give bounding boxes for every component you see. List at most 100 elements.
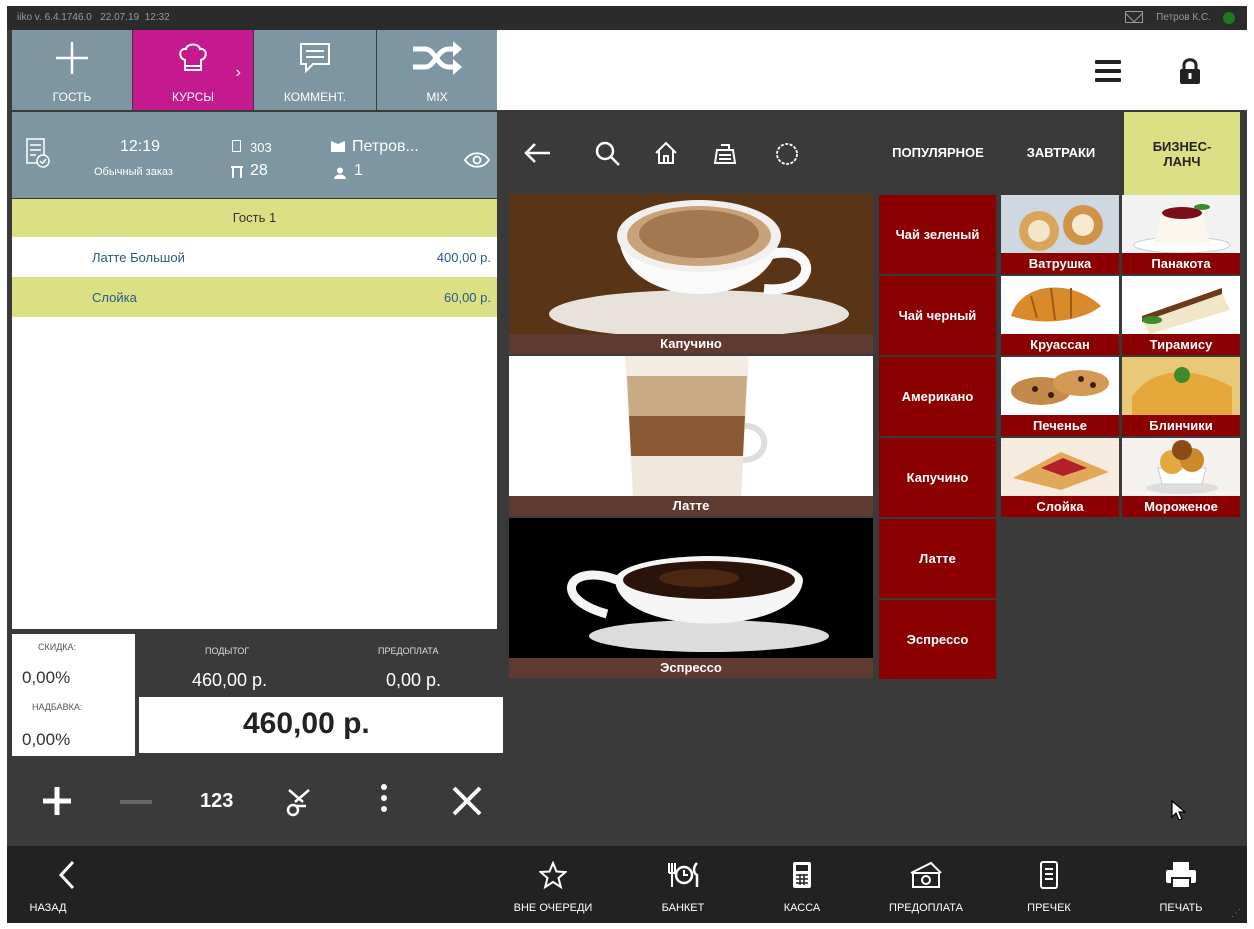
product-tile-green-tea[interactable]: Чай зеленый xyxy=(879,195,996,274)
status-bar: iiko v. 6.4.1746.0 22.07.19 12:32 Петров… xyxy=(7,6,1247,30)
category-business-lunch[interactable]: БИЗНЕС-ЛАНЧ xyxy=(1124,112,1240,196)
out-of-queue-button[interactable]: ВНЕ ОЧЕРЕДИ xyxy=(503,846,603,923)
product-tile-tiramisu[interactable]: Тирамису xyxy=(1122,276,1240,355)
order-header[interactable]: 12:19 Обычный заказ 303 28 Петров... 1 xyxy=(12,112,497,198)
surcharge-value: 0,00% xyxy=(22,730,71,749)
product-tile-sloika[interactable]: Слойка xyxy=(1001,438,1119,517)
shuffle-icon xyxy=(377,34,497,82)
courses-button[interactable]: › КУРСЫ xyxy=(133,30,253,110)
product-tile-cappuccino[interactable]: Капучино xyxy=(509,194,873,354)
minus-icon[interactable] xyxy=(120,800,152,804)
product-name: Мороженое xyxy=(1122,496,1240,517)
guests-icon xyxy=(334,166,346,184)
product-name: Панакота xyxy=(1122,253,1240,274)
order-item[interactable]: Слойка 60,00 р. xyxy=(12,277,497,317)
product-tile-vatrushka[interactable]: Ватрушка xyxy=(1001,195,1119,274)
hamburger-menu-icon[interactable] xyxy=(1095,60,1121,87)
circle-icon[interactable] xyxy=(775,142,799,171)
version-text: iiko v. 6.4.1746.0 22.07.19 12:32 xyxy=(17,12,170,23)
arrow-left-icon[interactable] xyxy=(523,142,551,169)
comment-icon xyxy=(254,34,376,82)
app-window: iiko v. 6.4.1746.0 22.07.19 12:32 Петров… xyxy=(7,6,1247,923)
product-name: Латте xyxy=(509,496,873,516)
close-icon[interactable] xyxy=(452,786,482,821)
subtotal-label: ПОДЫТОГ xyxy=(205,646,250,656)
item-price: 400,00 р. xyxy=(436,250,491,265)
mix-label: MIX xyxy=(426,90,448,104)
product-name: Эспрессо xyxy=(509,658,873,678)
product-tile-americano[interactable]: Американо xyxy=(879,357,996,436)
table-icon xyxy=(230,165,244,184)
eye-icon[interactable] xyxy=(463,152,491,173)
plus-icon xyxy=(12,34,132,82)
product-name: Капучино xyxy=(509,334,873,354)
guests-count: 1 xyxy=(354,162,363,179)
product-tile-cappuccino-small[interactable]: Капучино xyxy=(879,438,996,517)
item-price: 60,00 р. xyxy=(444,290,491,305)
pancakes-image xyxy=(1122,357,1240,415)
product-tile-espresso-small[interactable]: Эспрессо xyxy=(879,600,996,679)
prepay-label: ПРЕДОПЛАТА xyxy=(378,646,439,656)
back-button[interactable]: НАЗАД xyxy=(17,846,117,923)
print-button[interactable]: ПЕЧАТЬ xyxy=(1131,846,1231,923)
printer-icon xyxy=(1131,858,1231,892)
discount-box[interactable]: СКИДКА: 0,00% НАДБАВКА: 0,00% xyxy=(12,634,135,756)
item-name: Слойка xyxy=(92,290,137,305)
search-icon[interactable] xyxy=(594,140,620,171)
more-options-icon[interactable] xyxy=(381,784,387,812)
connection-status-icon xyxy=(1223,12,1235,24)
product-tile-black-tea[interactable]: Чай черный xyxy=(879,276,996,355)
product-tile-espresso[interactable]: Эспрессо xyxy=(509,518,873,678)
product-tile-panakota[interactable]: Панакота xyxy=(1122,195,1240,274)
back-label: НАЗАД xyxy=(29,902,67,914)
table-number: 28 xyxy=(250,162,268,179)
product-tile-pancakes[interactable]: Блинчики xyxy=(1122,357,1240,436)
add-guest-button[interactable]: ГОСТЬ xyxy=(12,30,132,110)
total-value: 460,00 р. xyxy=(243,707,370,740)
croissant-image xyxy=(1001,276,1119,334)
scissors-icon[interactable] xyxy=(286,786,312,823)
product-tile-ice-cream[interactable]: Мороженое xyxy=(1122,438,1240,517)
prepay-button[interactable]: ПРЕДОПЛАТА xyxy=(876,846,976,923)
user-name: Петров К.С. xyxy=(1156,12,1211,23)
chevron-right-icon: › xyxy=(235,64,241,81)
discount-value: 0,00% xyxy=(22,668,71,687)
mix-button[interactable]: MIX xyxy=(377,30,497,110)
cash-button[interactable]: КАССА xyxy=(752,846,852,923)
product-tile-croissant[interactable]: Круассан xyxy=(1001,276,1119,355)
panakota-image xyxy=(1122,195,1240,253)
order-item[interactable]: Латте Большой 400,00 р. xyxy=(12,237,497,277)
product-name: Блинчики xyxy=(1122,415,1240,436)
quantity-digits-button[interactable]: 123 xyxy=(200,790,233,813)
category-breakfast[interactable]: ЗАВТРАКИ xyxy=(1009,110,1113,194)
vatrushka-image xyxy=(1001,195,1119,253)
calculator-icon xyxy=(752,858,852,892)
receipt-icon xyxy=(999,858,1099,892)
product-name: Ватрушка xyxy=(1001,253,1119,274)
lock-icon[interactable] xyxy=(1179,58,1201,84)
order-list-icon xyxy=(26,138,50,173)
order-type: Обычный заказ xyxy=(94,166,173,178)
ice-cream-image xyxy=(1122,438,1240,496)
comment-label: КОММЕНТ. xyxy=(283,90,347,104)
bottom-bar: НАЗАД ВНЕ ОЧЕРЕДИ БАНКЕТ КАССА ПРЕДОПЛАТ… xyxy=(7,846,1247,923)
guest-header[interactable]: Гость 1 xyxy=(12,199,497,237)
product-tile-latte-small[interactable]: Латте xyxy=(879,519,996,598)
mail-icon[interactable] xyxy=(1125,11,1143,23)
product-tile-latte[interactable]: Латте xyxy=(509,356,873,516)
star-icon xyxy=(503,858,603,892)
plus-icon[interactable] xyxy=(42,786,72,821)
product-tile-cookies[interactable]: Печенье xyxy=(1001,357,1119,436)
banquet-button[interactable]: БАНКЕТ xyxy=(633,846,733,923)
resize-grip-icon[interactable]: ⋰ xyxy=(1231,908,1241,919)
cash-register-icon[interactable] xyxy=(713,143,737,170)
precheck-button[interactable]: ПРЕЧЕК xyxy=(999,846,1099,923)
product-name: Слойка xyxy=(1001,496,1119,517)
category-popular[interactable]: ПОПУЛЯРНОЕ xyxy=(875,110,1001,194)
sloika-image xyxy=(1001,438,1119,496)
order-number: 303 xyxy=(250,140,272,155)
latte-image xyxy=(509,356,873,496)
courses-label: КУРСЫ xyxy=(172,90,214,104)
comment-button[interactable]: КОММЕНТ. xyxy=(254,30,376,110)
home-icon[interactable] xyxy=(654,141,678,170)
